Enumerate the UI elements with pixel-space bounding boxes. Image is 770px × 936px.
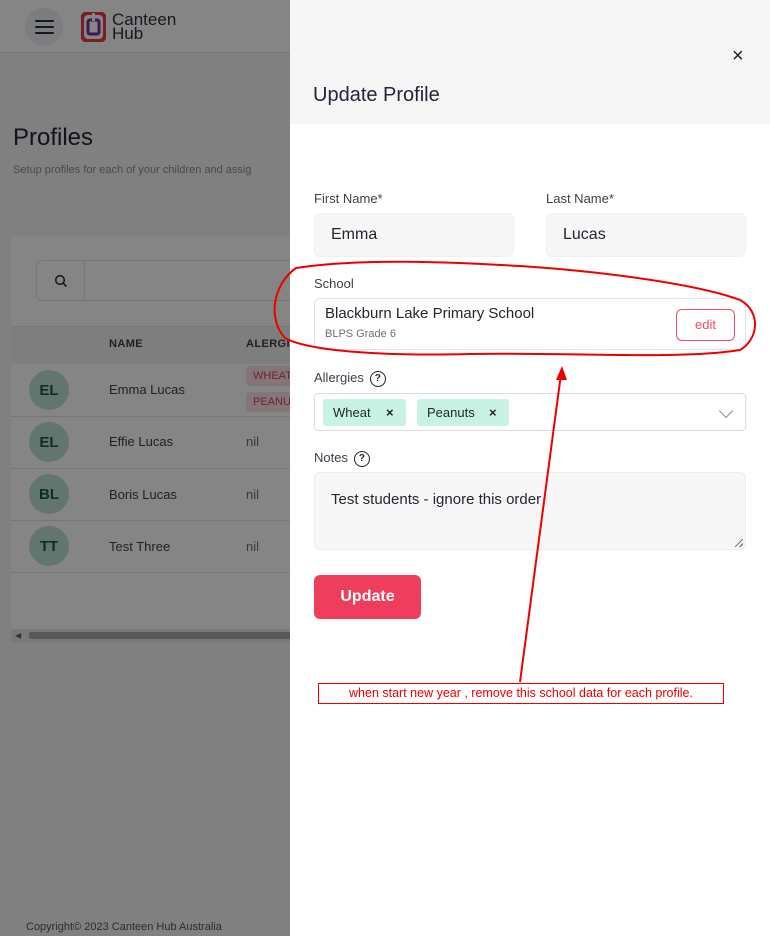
school-grade: BLPS Grade 6 [325, 328, 396, 340]
first-name-label: First Name* [314, 191, 383, 206]
allergies-label: Allergies? [314, 370, 386, 387]
annotation-note: when start new year , remove this school… [318, 683, 724, 704]
update-button[interactable]: Update [314, 575, 421, 619]
update-profile-drawer: × Update Profile First Name* Emma Last N… [290, 0, 770, 936]
notes-textarea[interactable]: Test students - ignore this order [314, 472, 746, 550]
resize-handle-icon[interactable] [735, 539, 743, 547]
chevron-down-icon[interactable] [718, 403, 734, 419]
drawer-title: Update Profile [313, 84, 440, 106]
remove-chip-icon[interactable]: × [489, 399, 497, 426]
close-icon[interactable]: × [732, 44, 744, 68]
remove-chip-icon[interactable]: × [386, 399, 394, 426]
first-name-field[interactable]: Emma [314, 213, 514, 257]
allergy-chip-label: Peanuts [427, 405, 475, 420]
school-field: Blackburn Lake Primary School BLPS Grade… [314, 298, 746, 350]
allergy-chip-label: Wheat [333, 405, 371, 420]
allergy-chip: Wheat × [323, 399, 406, 426]
school-name: Blackburn Lake Primary School [325, 305, 535, 322]
school-label: School [314, 276, 354, 291]
help-icon[interactable]: ? [369, 370, 386, 387]
modal-backdrop[interactable] [0, 0, 290, 936]
allergy-chip: Peanuts × [417, 399, 509, 426]
notes-label-text: Notes [314, 450, 348, 465]
help-icon[interactable]: ? [353, 450, 370, 467]
edit-school-button[interactable]: edit [676, 309, 735, 341]
last-name-field[interactable]: Lucas [546, 213, 746, 257]
allergies-select[interactable]: Wheat × Peanuts × [314, 393, 746, 431]
allergies-label-text: Allergies [314, 370, 364, 385]
last-name-label: Last Name* [546, 191, 614, 206]
notes-label: Notes? [314, 450, 370, 467]
notes-text: Test students - ignore this order [331, 491, 542, 508]
